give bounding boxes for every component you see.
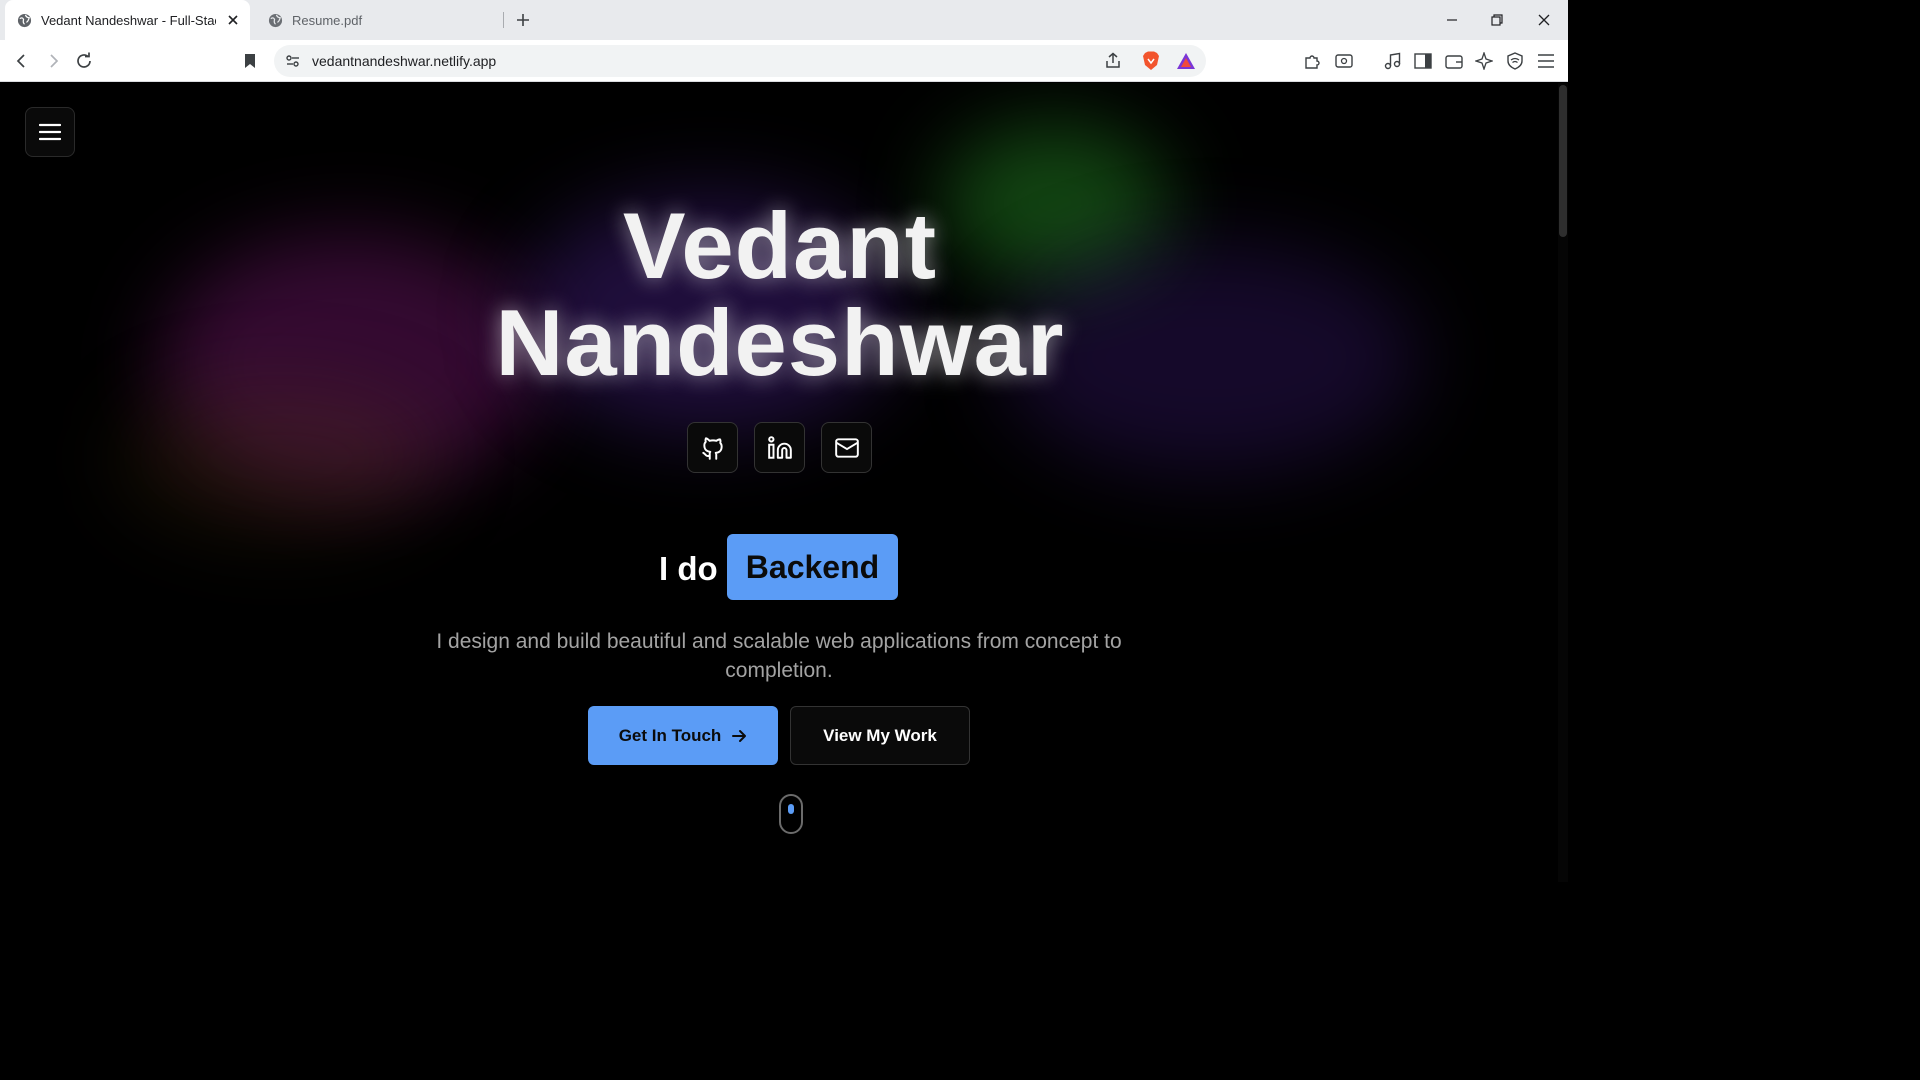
sparkle-icon — [1475, 52, 1493, 70]
new-tab-button[interactable] — [512, 9, 534, 31]
close-icon[interactable] — [226, 13, 240, 27]
restore-icon — [1491, 14, 1503, 26]
forward-arrow-icon — [50, 54, 59, 68]
vpn-button[interactable] — [1503, 49, 1527, 73]
url-text[interactable]: vedantnandeshwar.netlify.app — [312, 53, 496, 69]
hero-name-first: Vedant — [622, 193, 938, 298]
mail-icon — [834, 437, 859, 458]
globe-icon — [17, 13, 32, 28]
tab-title: Resume.pdf — [292, 12, 363, 28]
scroll-wheel-dot — [788, 804, 794, 814]
github-icon — [701, 436, 723, 460]
globe-icon — [268, 13, 283, 28]
get-in-touch-label: Get In Touch — [618, 725, 722, 745]
sidebar-icon — [1414, 53, 1432, 69]
browser-tab-bar: Vedant Nandeshwar - Full-Stack Developer… — [0, 0, 1568, 40]
email-link[interactable] — [821, 422, 872, 473]
scroll-down-indicator[interactable] — [779, 794, 803, 834]
wallet-button[interactable] — [1442, 49, 1466, 73]
hero-tagline: I design and build beautiful and scalabl… — [436, 630, 1122, 682]
hamburger-icon — [1538, 54, 1554, 68]
menu-button[interactable] — [25, 107, 75, 157]
background-glow — [120, 383, 440, 533]
back-arrow-icon — [16, 54, 25, 68]
reader-mode-button[interactable] — [1332, 49, 1356, 73]
role-intro: I do — [659, 550, 718, 587]
minimize-button[interactable] — [1440, 8, 1464, 32]
reload-button[interactable] — [72, 49, 96, 73]
address-bar[interactable]: vedantnandeshwar.netlify.app — [274, 45, 1206, 77]
arrow-right-icon — [731, 728, 747, 744]
shield-icon — [1507, 52, 1523, 70]
hero-name-last: Nandeshwar — [495, 290, 1065, 395]
hamburger-icon — [39, 123, 61, 141]
github-link[interactable] — [687, 422, 738, 473]
minimize-icon — [1447, 19, 1457, 21]
brave-shields-icon[interactable] — [1140, 50, 1162, 72]
reload-icon — [77, 52, 91, 68]
linkedin-link[interactable] — [754, 422, 805, 473]
share-icon[interactable] — [1102, 50, 1124, 72]
forward-button[interactable] — [41, 49, 65, 73]
site-settings-icon[interactable] — [282, 50, 304, 72]
bookmark-button[interactable] — [238, 49, 262, 73]
portfolio-page: Vedant Nandeshwar I do Backend I design … — [0, 83, 1568, 882]
tab-title: Vedant Nandeshwar - Full-Stack Developer — [41, 12, 216, 28]
reader-icon — [1335, 54, 1353, 68]
leo-ai-button[interactable] — [1472, 49, 1496, 73]
back-button[interactable] — [10, 49, 34, 73]
restore-button[interactable] — [1485, 8, 1509, 32]
music-note-icon — [1384, 52, 1401, 70]
bookmark-icon — [245, 54, 255, 68]
close-icon — [1538, 14, 1550, 26]
view-my-work-label: View My Work — [823, 725, 937, 745]
close-window-button[interactable] — [1532, 8, 1556, 32]
brave-rewards-icon[interactable] — [1175, 50, 1197, 72]
tab-resume[interactable]: Resume.pdf — [256, 0, 504, 40]
puzzle-icon — [1305, 55, 1320, 69]
media-button[interactable] — [1380, 49, 1404, 73]
tab-portfolio[interactable]: Vedant Nandeshwar - Full-Stack Developer — [5, 0, 250, 40]
scrollbar-thumb[interactable] — [1559, 85, 1567, 237]
main-menu-button[interactable] — [1534, 49, 1558, 73]
get-in-touch-button[interactable]: Get In Touch — [588, 706, 778, 765]
sidebar-button[interactable] — [1411, 49, 1435, 73]
extensions-button[interactable] — [1301, 49, 1325, 73]
browser-toolbar: vedantnandeshwar.netlify.app — [0, 40, 1568, 82]
tab-divider — [503, 12, 504, 28]
page-scrollbar[interactable] — [1558, 83, 1568, 882]
view-my-work-button[interactable]: View My Work — [790, 706, 970, 765]
role-highlight: Backend — [727, 534, 898, 600]
linkedin-icon — [767, 435, 792, 459]
plus-icon — [517, 14, 529, 26]
wallet-icon — [1445, 55, 1463, 69]
